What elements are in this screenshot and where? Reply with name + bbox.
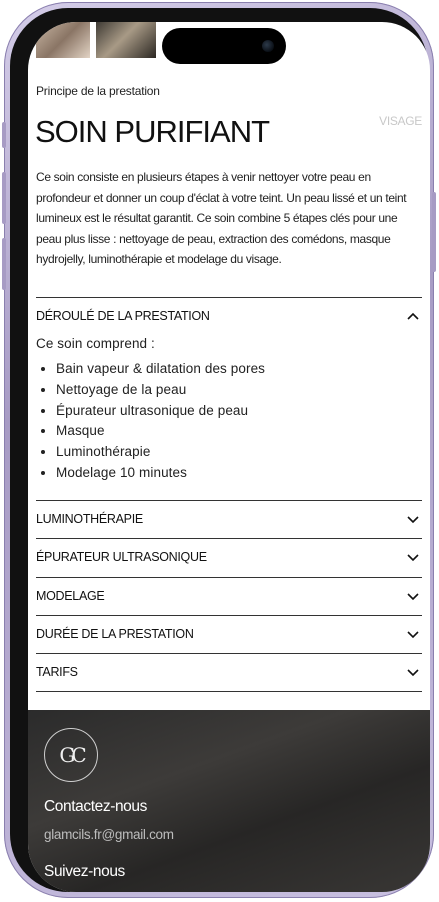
section-kicker: Principe de la prestation [36,84,160,98]
accordion-section-luminotherapie: LUMINOTHÉRAPIE [36,500,422,537]
contact-email-link[interactable]: glamcils.fr@gmail.com [44,827,174,842]
gallery-thumbnails [36,22,156,58]
camera-icon [262,40,274,52]
chevron-down-icon [407,593,419,601]
accordion-label: ÉPURATEUR ULTRASONIQUE [36,550,207,564]
chevron-down-icon [407,516,419,524]
volume-down-button [2,238,6,290]
accordion-label: DÉROULÉ DE LA PRESTATION [36,309,210,323]
volume-up-button [2,172,6,224]
list-item: Bain vapeur & dilatation des pores [56,359,422,380]
action-button [2,122,6,148]
list-intro: Ce soin comprend : [36,336,155,351]
accordion-header-tarifs[interactable]: TARIFS [36,654,422,690]
accordion-label: MODELAGE [36,589,105,603]
service-description: Ce soin consiste en plusieurs étapes à v… [36,170,407,266]
accordion-label: TARIFS [36,665,78,679]
service-steps-list: Bain vapeur & dilatation des pores Netto… [36,359,422,484]
chevron-down-icon [407,631,419,639]
accordion-section-tarifs: TARIFS [36,653,422,690]
accordion-header-modelage[interactable]: MODELAGE [36,578,422,614]
dynamic-island [162,28,286,64]
accordion-header-deroule[interactable]: DÉROULÉ DE LA PRESTATION [36,298,422,334]
accordion-header-epurateur[interactable]: ÉPURATEUR ULTRASONIQUE [36,539,422,575]
category-label: VISAGE [379,114,422,128]
phone-frame: Principe de la prestation SOIN PURIFIANT… [2,2,436,898]
accordion-header-luminotherapie[interactable]: LUMINOTHÉRAPIE [36,501,422,537]
list-item: Modelage 10 minutes [56,463,422,484]
gallery-thumbnail[interactable] [96,22,156,58]
list-item: Luminothérapie [56,442,422,463]
page-title: SOIN PURIFIANT [35,114,270,149]
chevron-down-icon [407,669,419,677]
list-item: Nettoyage de la peau [56,380,422,401]
list-item: Épurateur ultrasonique de peau [56,401,422,422]
chevron-up-icon [407,312,419,320]
accordion-header-duree[interactable]: DURÉE DE LA PRESTATION [36,616,422,652]
accordion-body-deroule: Ce soin comprend : Bain vapeur & dilatat… [36,336,422,484]
screen: Principe de la prestation SOIN PURIFIANT… [28,22,430,892]
follow-heading: Suivez-nous [44,863,125,880]
accordion-section-deroule: DÉROULÉ DE LA PRESTATION Ce soin compren… [36,297,422,484]
brand-logo[interactable]: GC [44,728,98,782]
accordion-section-modelage: MODELAGE [36,577,422,614]
list-item: Masque [56,421,422,442]
accordion-divider [36,691,422,692]
accordion-section-duree: DURÉE DE LA PRESTATION [36,615,422,652]
bezel: Principe de la prestation SOIN PURIFIANT… [10,8,430,892]
site-footer: GC Contactez-nous glamcils.fr@gmail.com … [28,710,430,892]
gallery-thumbnail[interactable] [36,22,90,58]
accordion-label: DURÉE DE LA PRESTATION [36,627,194,641]
accordion-section-epurateur: ÉPURATEUR ULTRASONIQUE [36,538,422,575]
contact-heading: Contactez-nous [44,798,147,815]
accordion-label: LUMINOTHÉRAPIE [36,512,143,526]
power-button [432,192,436,272]
chevron-down-icon [407,554,419,562]
